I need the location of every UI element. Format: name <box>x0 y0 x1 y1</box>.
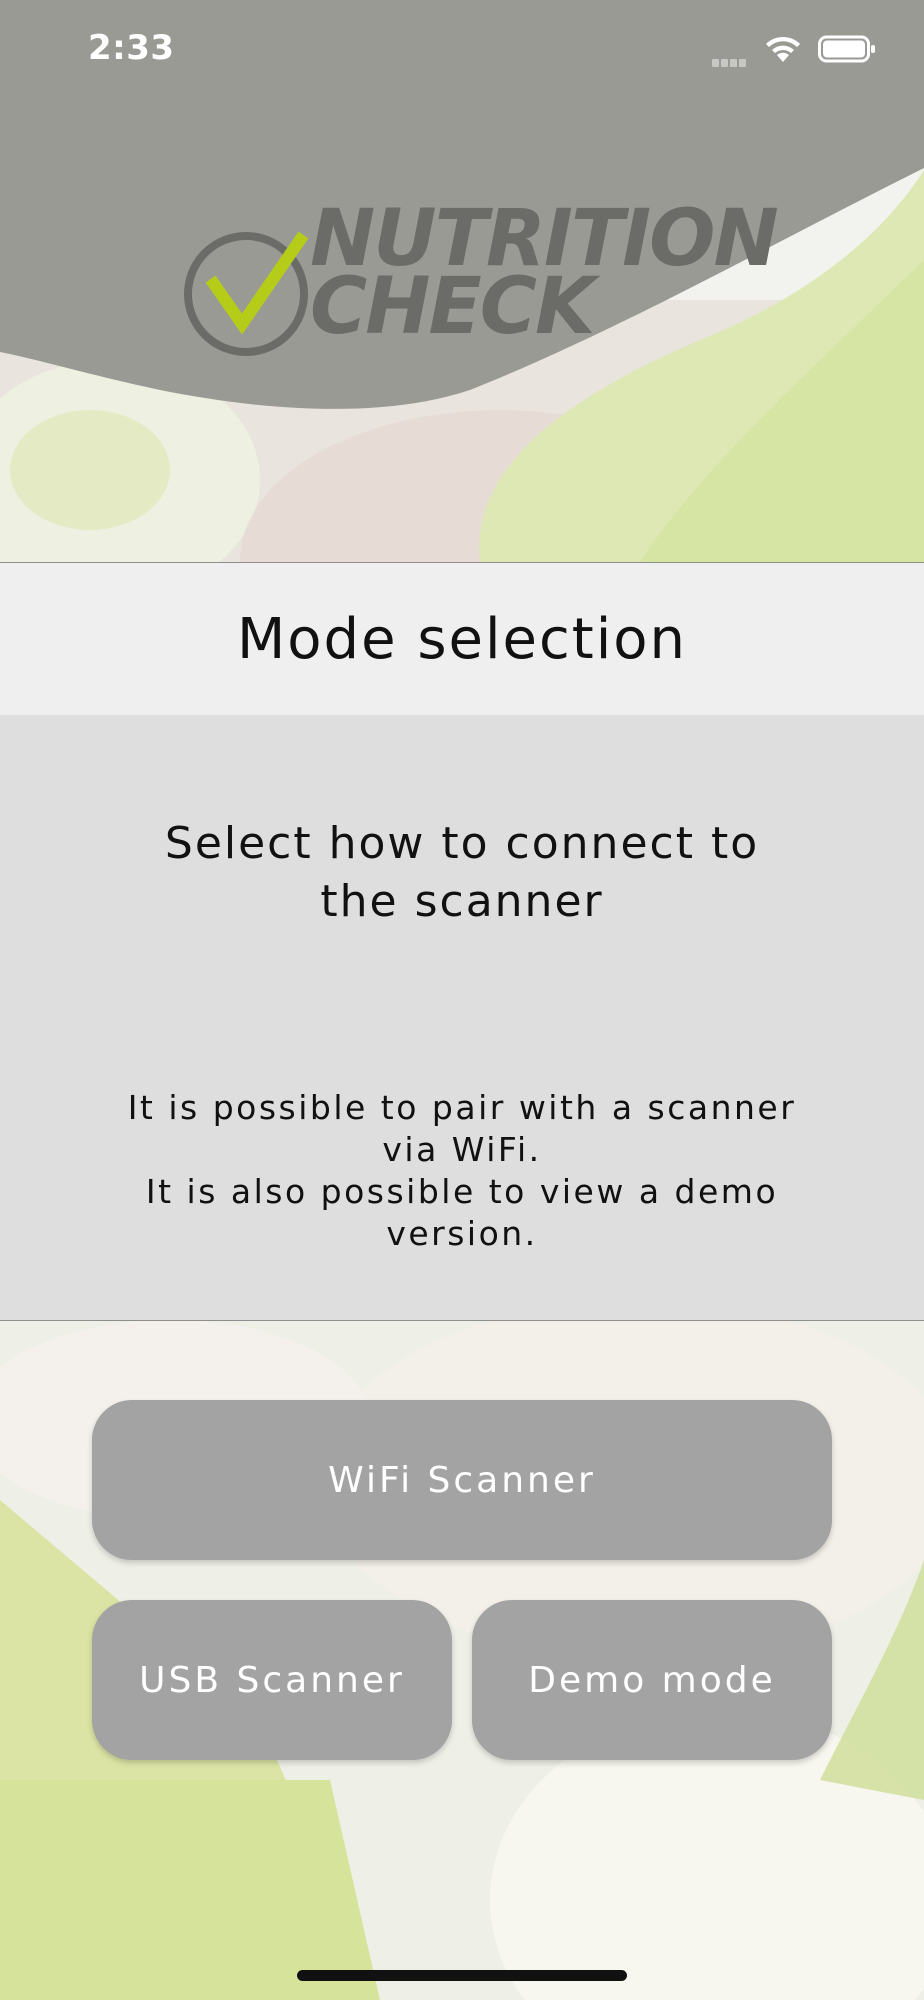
description-line-1: It is possible to pair with a scanner vi… <box>127 1088 797 1169</box>
home-indicator[interactable] <box>297 1970 627 1981</box>
page-title: Mode selection <box>236 606 688 672</box>
logo-wordmark: NUTRITION CHECK <box>310 200 779 346</box>
demo-mode-button-label: Demo mode <box>528 1659 776 1701</box>
usb-scanner-button[interactable]: USB Scanner <box>92 1600 452 1760</box>
battery-icon <box>818 35 875 63</box>
demo-mode-button[interactable]: Demo mode <box>472 1600 832 1760</box>
info-panel: Select how to connect to the scanner It … <box>0 715 924 1321</box>
wifi-icon <box>766 36 800 62</box>
cellular-signal-icon <box>712 52 754 67</box>
description-text: It is possible to pair with a scanner vi… <box>100 1087 824 1255</box>
nutrition-check-logo-icon <box>184 231 309 356</box>
subtitle-text: Select how to connect to the scanner <box>164 818 760 927</box>
status-bar: 2:33 <box>0 0 924 100</box>
header-panel: Mode selection <box>0 562 924 716</box>
status-time: 2:33 <box>88 28 175 68</box>
wifi-scanner-button-label: WiFi Scanner <box>328 1459 596 1501</box>
description-line-2: It is also possible to view a demo versi… <box>145 1172 779 1253</box>
usb-scanner-button-label: USB Scanner <box>139 1659 405 1701</box>
wifi-scanner-button[interactable]: WiFi Scanner <box>92 1400 832 1560</box>
